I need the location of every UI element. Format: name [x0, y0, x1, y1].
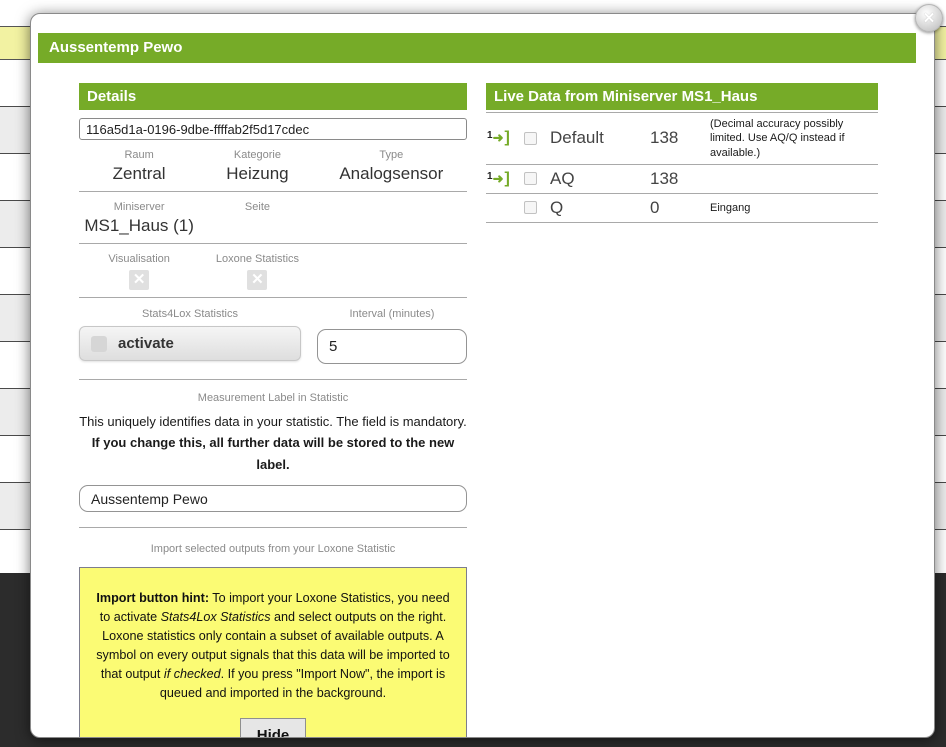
details-section: Details Raum Zentral Kategorie Heizung T…: [79, 83, 467, 737]
hint-text-italic: if checked: [163, 666, 221, 681]
field-empty: [316, 201, 467, 236]
cross-icon: ✕: [129, 270, 150, 290]
flag-label: Loxone Statistics: [215, 253, 300, 265]
output-checkbox[interactable]: [524, 201, 537, 215]
stats4lox-label: Stats4Lox Statistics: [142, 308, 238, 320]
interval-input[interactable]: [317, 329, 467, 364]
output-value: 138: [650, 128, 679, 148]
field-label: Seite: [244, 201, 270, 213]
details-row-flags: Visualisation ✕ Loxone Statistics ✕: [79, 244, 467, 298]
output-name: AQ: [550, 168, 575, 188]
measurement-label-input[interactable]: [79, 485, 467, 513]
field-seite: Seite: [199, 201, 315, 236]
activate-checkbox-button[interactable]: activate: [79, 326, 301, 361]
description-text-bold: If you change this, all further data wil…: [91, 435, 455, 472]
import-section-label: Import selected outputs from your Loxone…: [150, 543, 396, 556]
flag-empty: [316, 253, 467, 290]
import-target-icon: 1➜]: [487, 129, 510, 147]
field-type: Type Analogsensor: [316, 149, 467, 184]
field-label: Type: [379, 149, 404, 161]
dialog-title: Aussentemp Pewo: [38, 33, 916, 63]
import-target-icon: 1➜]: [487, 169, 510, 187]
hint-text-bold: Import button hint:: [96, 591, 210, 606]
cross-icon: ✕: [247, 270, 268, 290]
output-value: 0: [650, 197, 660, 217]
live-data-header: Live Data from Miniserver MS1_Haus: [486, 83, 878, 110]
measurement-label-block: Measurement Label in Statistic This uniq…: [79, 380, 467, 529]
hint-text-italic: Stats4Lox Statistics: [160, 610, 271, 625]
flag-visualisation: Visualisation ✕: [79, 253, 199, 290]
interval-group: Interval (minutes): [317, 308, 467, 364]
output-name: Q: [550, 197, 564, 217]
measurement-label: Measurement Label in Statistic: [197, 392, 349, 404]
interval-label: Interval (minutes): [349, 308, 435, 320]
flag-label: Visualisation: [108, 253, 170, 265]
hide-button[interactable]: Hide: [239, 717, 307, 737]
stats-settings-row: Stats4Lox Statistics activate Interval (…: [79, 298, 467, 380]
checkbox-icon: [91, 335, 107, 352]
sensor-detail-dialog: Aussentemp Pewo Details Raum Zentral Kat…: [30, 13, 935, 738]
table-row: 1➜] AQ 138: [486, 165, 878, 194]
output-note: Eingang: [710, 201, 751, 214]
measurement-description: This uniquely identifies data in your st…: [79, 411, 467, 475]
field-label: Miniserver: [113, 201, 165, 213]
description-text: This uniquely identifies data in your st…: [79, 414, 467, 429]
field-kategorie: Kategorie Heizung: [199, 149, 315, 184]
field-value: Zentral: [112, 164, 166, 183]
dialog-body: Details Raum Zentral Kategorie Heizung T…: [31, 83, 934, 737]
close-icon[interactable]: ✕: [915, 4, 943, 32]
flag-loxone-statistics: Loxone Statistics ✕: [199, 253, 315, 290]
table-row: Q 0 Eingang: [486, 194, 878, 223]
output-note: (Decimal accuracy possibly limited. Use …: [710, 118, 845, 159]
import-hint-box: Import button hint: To import your Loxon…: [79, 567, 467, 737]
live-data-section: Live Data from Miniserver MS1_Haus 1➜] D…: [486, 83, 878, 737]
field-label: Kategorie: [233, 149, 281, 161]
activate-label: activate: [118, 335, 174, 352]
field-miniserver: Miniserver MS1_Haus (1): [79, 201, 199, 236]
table-row: 1➜] Default 138 (Decimal accuracy possib…: [486, 113, 878, 165]
details-row-2: Miniserver MS1_Haus (1) Seite: [79, 192, 467, 244]
field-label: Raum: [124, 149, 154, 161]
stats4lox-activate-group: Stats4Lox Statistics activate: [79, 308, 301, 364]
output-checkbox[interactable]: [524, 172, 537, 186]
field-raum: Raum Zentral: [79, 149, 199, 184]
output-name: Default: [550, 128, 604, 148]
details-header: Details: [79, 83, 467, 110]
details-row-1: Raum Zentral Kategorie Heizung Type Anal…: [79, 140, 467, 192]
output-value: 138: [650, 168, 679, 188]
field-value: MS1_Haus (1): [84, 216, 194, 235]
uuid-field[interactable]: [79, 118, 467, 140]
field-value: Heizung: [226, 164, 289, 183]
output-checkbox[interactable]: [524, 131, 537, 145]
field-value: Analogsensor: [339, 164, 444, 183]
live-data-table: 1➜] Default 138 (Decimal accuracy possib…: [486, 112, 878, 223]
